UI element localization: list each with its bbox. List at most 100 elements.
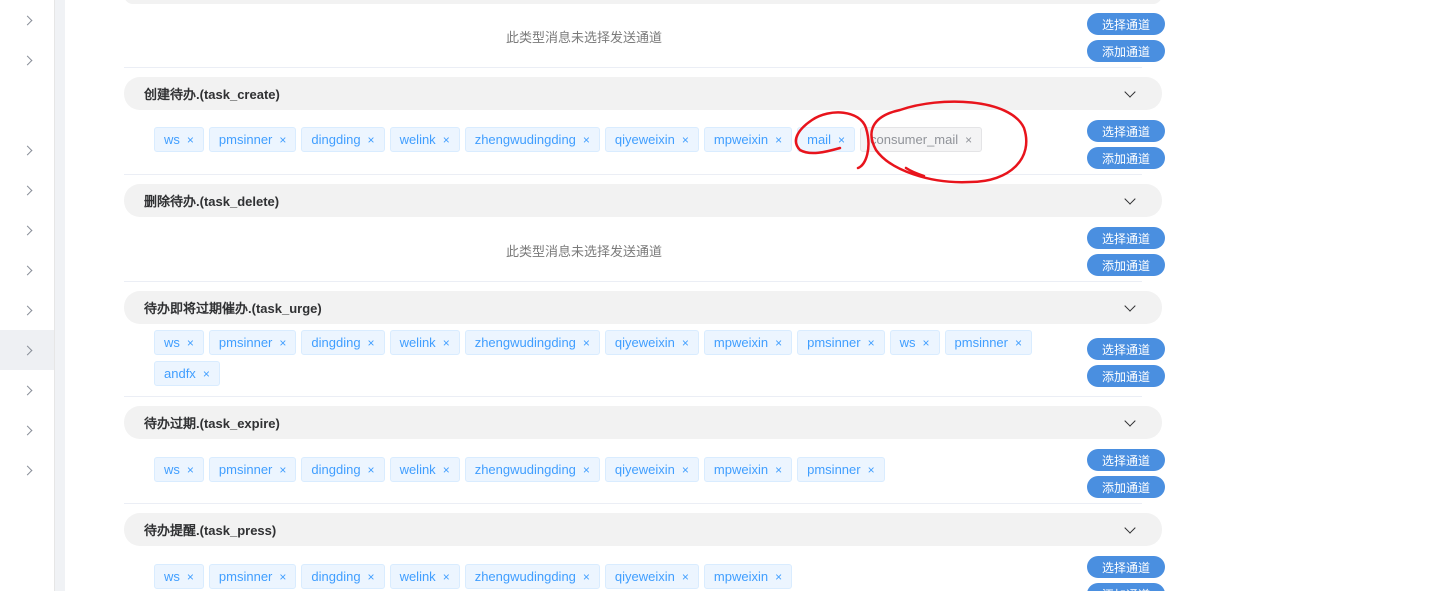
- channel-tag: zhengwudingding ×: [464, 457, 600, 482]
- close-icon[interactable]: ×: [443, 133, 450, 147]
- close-icon[interactable]: ×: [187, 133, 194, 147]
- sidebar-item-active[interactable]: [0, 330, 54, 370]
- close-icon[interactable]: ×: [443, 463, 450, 477]
- close-icon[interactable]: ×: [443, 570, 450, 584]
- channel-tag: mail ×: [797, 127, 855, 152]
- close-icon[interactable]: ×: [923, 336, 930, 350]
- no-channel-text: 此类型消息未选择发送通道: [505, 244, 662, 259]
- channel-tag: pmsinner ×: [208, 457, 297, 482]
- add-channel-button[interactable]: 添加通道: [1087, 583, 1165, 591]
- tag-label: qiyeweixin: [614, 335, 675, 350]
- chevron-down-icon[interactable]: [1124, 521, 1136, 534]
- select-channel-button[interactable]: 选择通道: [1087, 227, 1165, 249]
- channel-tag: ws ×: [154, 564, 204, 589]
- channel-tag: ws ×: [154, 457, 204, 482]
- select-channel-button[interactable]: 选择通道: [1087, 13, 1165, 35]
- sidebar-item[interactable]: [0, 410, 54, 450]
- channel-tag: pmsinner ×: [797, 330, 885, 355]
- close-icon[interactable]: ×: [279, 570, 286, 584]
- chevron-right-icon: [22, 385, 32, 395]
- tag-label: qiyeweixin: [614, 569, 675, 584]
- tag-label: ws: [899, 335, 916, 350]
- close-icon[interactable]: ×: [775, 570, 782, 584]
- chevron-down-icon[interactable]: [1124, 414, 1136, 427]
- close-icon[interactable]: ×: [1015, 336, 1022, 350]
- close-icon[interactable]: ×: [682, 336, 689, 350]
- tag-label: pmsinner: [218, 462, 273, 477]
- add-channel-button[interactable]: 添加通道: [1087, 365, 1165, 387]
- section-header-task-create[interactable]: 创建待办.(task_create): [124, 77, 1162, 110]
- tag-label: mpweixin: [713, 569, 769, 584]
- close-icon[interactable]: ×: [838, 133, 845, 147]
- section-header-task-delete[interactable]: 删除待办.(task_delete): [124, 184, 1162, 217]
- close-icon[interactable]: ×: [775, 463, 782, 477]
- close-icon[interactable]: ×: [187, 463, 194, 477]
- close-icon[interactable]: ×: [443, 336, 450, 350]
- close-icon[interactable]: ×: [682, 463, 689, 477]
- channel-tag: welink ×: [389, 564, 460, 589]
- chevron-right-icon: [22, 425, 32, 435]
- close-icon[interactable]: ×: [368, 336, 375, 350]
- close-icon[interactable]: ×: [583, 463, 590, 477]
- close-icon[interactable]: ×: [682, 133, 689, 147]
- chevron-down-icon[interactable]: [1124, 299, 1136, 312]
- close-icon[interactable]: ×: [583, 570, 590, 584]
- select-channel-button[interactable]: 选择通道: [1087, 556, 1165, 578]
- sidebar-item[interactable]: [0, 210, 54, 250]
- tag-label: zhengwudingding: [474, 462, 576, 477]
- sidebar-item[interactable]: [0, 370, 54, 410]
- tag-label: ws: [164, 462, 180, 477]
- close-icon[interactable]: ×: [279, 336, 286, 350]
- add-channel-button[interactable]: 添加通道: [1087, 254, 1165, 276]
- section-header-task-press[interactable]: 待办提醒.(task_press): [124, 513, 1162, 546]
- channel-tag: ws ×: [889, 330, 940, 355]
- close-icon[interactable]: ×: [775, 336, 782, 350]
- close-icon[interactable]: ×: [868, 463, 875, 477]
- channel-tag: zhengwudingding ×: [464, 330, 600, 355]
- close-icon[interactable]: ×: [868, 336, 875, 350]
- close-icon[interactable]: ×: [583, 336, 590, 350]
- tag-label: zhengwudingding: [474, 569, 576, 584]
- close-icon[interactable]: ×: [203, 367, 210, 381]
- section-header-task-urge[interactable]: 待办即将过期催办.(task_urge): [124, 291, 1162, 324]
- sidebar-item[interactable]: [0, 170, 54, 210]
- add-channel-button[interactable]: 添加通道: [1087, 476, 1165, 498]
- close-icon[interactable]: ×: [775, 133, 782, 147]
- close-icon[interactable]: ×: [368, 133, 375, 147]
- chevron-down-icon[interactable]: [1124, 85, 1136, 98]
- sidebar-item[interactable]: [0, 40, 54, 80]
- sidebar-item[interactable]: [0, 130, 54, 170]
- close-icon[interactable]: ×: [368, 570, 375, 584]
- tag-label: mpweixin: [713, 335, 769, 350]
- close-icon[interactable]: ×: [965, 133, 972, 147]
- chevron-down-icon[interactable]: [1124, 192, 1136, 205]
- section-title: 待办即将过期催办.(task_urge): [144, 301, 322, 316]
- sidebar-item[interactable]: [0, 290, 54, 330]
- select-channel-button[interactable]: 选择通道: [1087, 120, 1165, 142]
- close-icon[interactable]: ×: [187, 336, 194, 350]
- select-channel-button[interactable]: 选择通道: [1087, 449, 1165, 471]
- close-icon[interactable]: ×: [187, 570, 194, 584]
- channel-tag: pmsinner ×: [944, 330, 1032, 355]
- channel-tag: qiyeweixin ×: [604, 127, 699, 152]
- close-icon[interactable]: ×: [682, 570, 689, 584]
- section-body-task-create: ws × pmsinner × dingding × welink × zhengwud…: [124, 110, 1165, 175]
- section-header-task-expire[interactable]: 待办过期.(task_expire): [124, 406, 1162, 439]
- sidebar-item[interactable]: [0, 0, 54, 40]
- select-channel-button[interactable]: 选择通道: [1087, 338, 1165, 360]
- channel-tag: mpweixin ×: [703, 564, 793, 589]
- tag-label: qiyeweixin: [614, 132, 675, 147]
- chevron-right-icon: [22, 345, 32, 355]
- sidebar-item[interactable]: [0, 250, 54, 290]
- add-channel-button[interactable]: 添加通道: [1087, 40, 1165, 62]
- tag-label: zhengwudingding: [474, 335, 576, 350]
- close-icon[interactable]: ×: [279, 133, 286, 147]
- add-channel-button[interactable]: 添加通道: [1087, 147, 1165, 169]
- close-icon[interactable]: ×: [368, 463, 375, 477]
- close-icon[interactable]: ×: [583, 133, 590, 147]
- sidebar-item[interactable]: [0, 450, 54, 490]
- tag-label: dingding: [311, 335, 361, 350]
- close-icon[interactable]: ×: [279, 463, 286, 477]
- tag-label: consumer_mail: [869, 132, 959, 147]
- chevron-right-icon: [22, 265, 32, 275]
